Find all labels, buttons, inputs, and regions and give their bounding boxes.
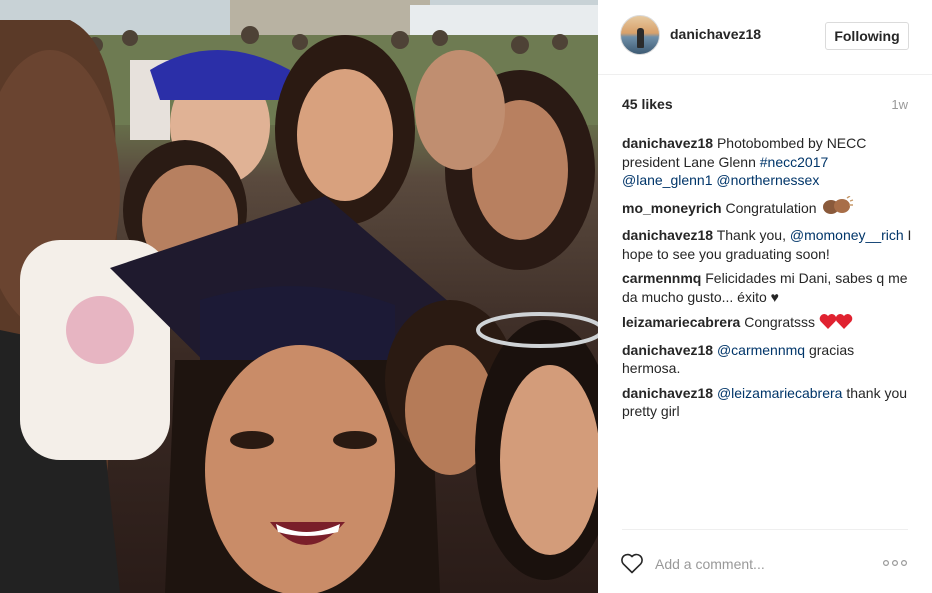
comment-text: Congratsss: [744, 314, 819, 330]
header-username[interactable]: danichavez18: [670, 26, 761, 42]
following-button[interactable]: Following: [825, 22, 909, 50]
divider: [622, 529, 908, 530]
more-options-icon[interactable]: [882, 556, 908, 570]
comment-link[interactable]: @northernessex: [716, 172, 819, 188]
post-header: danichavez18 Following: [598, 0, 932, 75]
comment-item: mo_moneyrich Congratulation: [622, 194, 912, 221]
comment-username[interactable]: leizamariecabrera: [622, 314, 740, 330]
comment-username[interactable]: danichavez18: [622, 135, 713, 151]
comment-item: danichavez18 @leizamariecabrera thank yo…: [622, 384, 912, 421]
post-photo[interactable]: [0, 0, 598, 593]
group-selfie-illustration: [0, 0, 598, 593]
comment-link[interactable]: @leizamariecabrera: [717, 385, 842, 401]
instagram-post: danichavez18 Following 45 likes 1w danic…: [0, 0, 932, 593]
comment-username[interactable]: carmennmq: [622, 270, 701, 286]
comment-item: danichavez18 Photobombed by NECC preside…: [622, 134, 912, 190]
like-heart-icon[interactable]: [620, 552, 644, 574]
comment-text: Thank you,: [716, 227, 790, 243]
comment-link[interactable]: @momoney__rich: [790, 227, 904, 243]
comments-list: danichavez18 Photobombed by NECC preside…: [622, 134, 912, 427]
add-comment-input[interactable]: [655, 555, 865, 573]
clapping-hands-icon: [820, 194, 854, 221]
comment-item: danichavez18 Thank you, @momoney__rich I…: [622, 226, 912, 263]
comment-username[interactable]: mo_moneyrich: [622, 200, 722, 216]
comment-item: leizamariecabrera Congratsss: [622, 312, 912, 335]
avatar-figure: [637, 28, 644, 48]
comment-item: carmennmq Felicidades mi Dani, sabes q m…: [622, 269, 912, 306]
comment-username[interactable]: danichavez18: [622, 342, 713, 358]
comment-link[interactable]: #necc2017: [760, 154, 829, 170]
comment-link[interactable]: @lane_glenn1: [622, 172, 713, 188]
post-side-panel: danichavez18 Following 45 likes 1w danic…: [598, 0, 932, 593]
post-age[interactable]: 1w: [891, 97, 908, 112]
comment-username[interactable]: danichavez18: [622, 227, 713, 243]
likes-row: 45 likes 1w: [622, 96, 908, 114]
two-red-hearts-icon: [819, 312, 855, 335]
comment-link[interactable]: @carmennmq: [717, 342, 805, 358]
comment-text: Congratulation: [725, 199, 821, 216]
likes-count[interactable]: 45 likes: [622, 96, 673, 112]
comment-item: danichavez18 @carmennmq gracias hermosa.: [622, 341, 912, 378]
user-avatar[interactable]: [620, 15, 660, 55]
comment-username[interactable]: danichavez18: [622, 385, 713, 401]
